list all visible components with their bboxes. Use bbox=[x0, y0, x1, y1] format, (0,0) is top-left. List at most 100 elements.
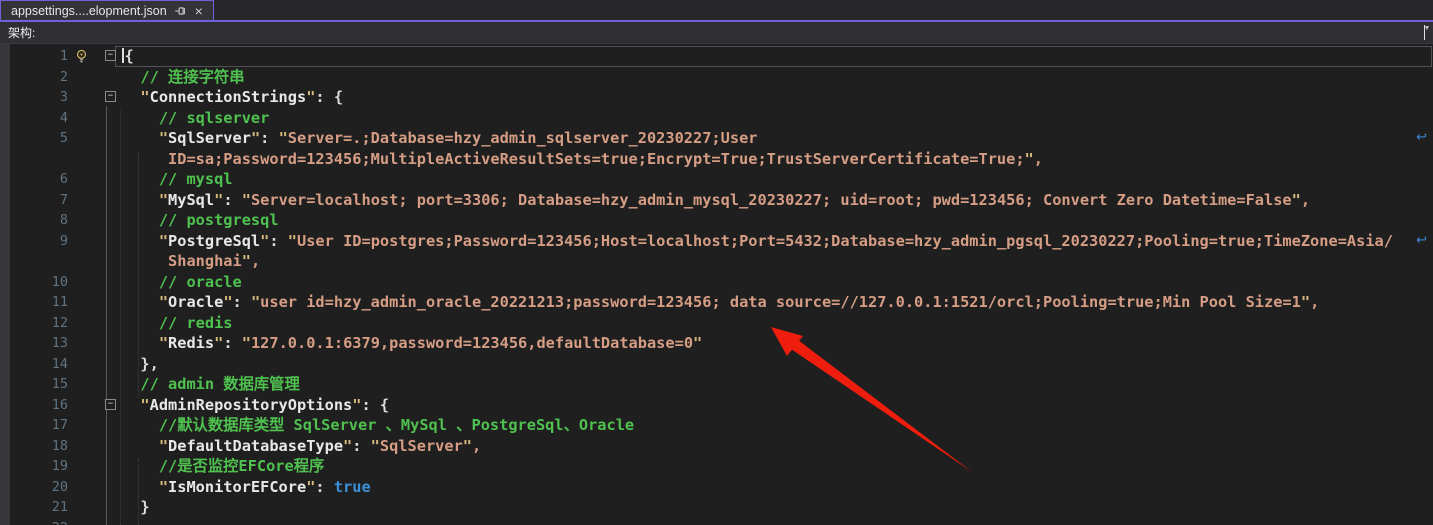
code-line[interactable] bbox=[122, 518, 1433, 525]
line-number: 16 bbox=[10, 395, 72, 416]
code-line[interactable]: // mysql bbox=[122, 169, 1433, 190]
code-token: user id=hzy_admin_oracle_20221213;passwo… bbox=[260, 293, 1301, 311]
code-token: " bbox=[159, 478, 168, 496]
fold-margin bbox=[102, 456, 122, 477]
code-line[interactable]: // sqlserver bbox=[122, 108, 1433, 129]
tab-strip: appsettings....elopment.json × bbox=[0, 0, 1433, 22]
line-number: 4 bbox=[10, 108, 72, 129]
fold-margin: − bbox=[102, 395, 122, 416]
code-line[interactable]: "AdminRepositoryOptions": { bbox=[122, 395, 1433, 416]
tab-appsettings[interactable]: appsettings....elopment.json × bbox=[0, 0, 214, 20]
fold-toggle[interactable]: − bbox=[105, 50, 116, 61]
wrap-indicator-icon: ↩ bbox=[1416, 231, 1427, 252]
code-line[interactable]: // redis bbox=[122, 313, 1433, 334]
bulb-slot bbox=[72, 251, 102, 272]
code-line[interactable]: } bbox=[122, 497, 1433, 518]
code-token: " bbox=[159, 437, 168, 455]
code-line[interactable]: "PostgreSql": "User ID=postgres;Password… bbox=[122, 231, 1433, 252]
code-token: ID=sa;Password=123456;MultipleActiveResu… bbox=[168, 150, 1024, 168]
code-token: , bbox=[251, 252, 260, 270]
line-number: 2 bbox=[10, 67, 72, 88]
close-icon[interactable]: × bbox=[193, 4, 205, 18]
line-number bbox=[10, 149, 72, 170]
code-token: ConnectionStrings bbox=[150, 88, 307, 106]
code-row: 18"DefaultDatabaseType": "SqlServer", bbox=[0, 436, 1433, 457]
code-line[interactable]: "ConnectionStrings": { bbox=[122, 87, 1433, 108]
code-row: 6 // mysql bbox=[0, 169, 1433, 190]
text-caret bbox=[122, 48, 124, 63]
code-line[interactable]: "Oracle": "user id=hzy_admin_oracle_2022… bbox=[122, 292, 1433, 313]
bulb-slot bbox=[72, 374, 102, 395]
code-line[interactable]: // 连接字符串 bbox=[122, 67, 1433, 88]
comment-token: // redis bbox=[159, 314, 233, 332]
code-token: " bbox=[1301, 293, 1310, 311]
fold-toggle[interactable]: − bbox=[105, 91, 116, 102]
editor-window: appsettings....elopment.json × 架构: ▼ 1−{… bbox=[0, 0, 1433, 525]
comment-token: // 连接字符串 bbox=[140, 68, 244, 86]
line-number: 19 bbox=[10, 456, 72, 477]
code-token: : bbox=[260, 129, 278, 147]
schema-bar: 架构: ▼ bbox=[0, 22, 1433, 44]
code-rows: 1−{2// 连接字符串3−"ConnectionStrings": {4// … bbox=[0, 46, 1433, 525]
pin-icon[interactable] bbox=[173, 4, 187, 18]
code-row: 8// postgresql bbox=[0, 210, 1433, 231]
code-token: " bbox=[463, 437, 472, 455]
code-line[interactable]: "Redis": "127.0.0.1:6379,password=123456… bbox=[122, 333, 1433, 354]
code-line[interactable]: "SqlServer": "Server=.;Database=hzy_admi… bbox=[122, 128, 1433, 149]
code-token: " bbox=[1292, 191, 1301, 209]
code-row: 2 // 连接字符串 bbox=[0, 67, 1433, 88]
line-number: 11 bbox=[10, 292, 72, 313]
line-number: 22 bbox=[10, 518, 72, 525]
code-line[interactable]: //默认数据库类型 SqlServer 、MySql 、PostgreSql、O… bbox=[122, 415, 1433, 436]
bulb-slot bbox=[72, 190, 102, 211]
code-row: 16−"AdminRepositoryOptions": { bbox=[0, 395, 1433, 416]
code-token: 127.0.0.1:6379,password=123456,defaultDa… bbox=[251, 334, 693, 352]
code-row: 22 bbox=[0, 518, 1433, 525]
code-line[interactable]: // oracle bbox=[122, 272, 1433, 293]
line-number bbox=[10, 251, 72, 272]
line-number: 13 bbox=[10, 333, 72, 354]
bulb-slot bbox=[72, 436, 102, 457]
fold-margin bbox=[102, 67, 122, 88]
code-line[interactable]: "MySql": "Server=localhost; port=3306; D… bbox=[122, 190, 1433, 211]
code-line[interactable]: }, bbox=[122, 354, 1433, 375]
code-row: 12// redis bbox=[0, 313, 1433, 334]
code-line[interactable]: { bbox=[122, 46, 1433, 67]
code-row: 17//默认数据库类型 SqlServer 、MySql 、PostgreSql… bbox=[0, 415, 1433, 436]
fold-margin bbox=[102, 108, 122, 129]
fold-margin bbox=[102, 149, 122, 170]
code-token: , bbox=[1301, 191, 1310, 209]
code-token: true bbox=[334, 478, 371, 496]
code-line[interactable]: //是否监控EFCore程序 bbox=[122, 456, 1433, 477]
fold-toggle[interactable]: − bbox=[105, 399, 116, 410]
line-number: 7 bbox=[10, 190, 72, 211]
line-number: 9 bbox=[10, 231, 72, 252]
chevron-down-icon: ▼ bbox=[1424, 25, 1426, 40]
code-token: User ID=postgres;Password=123456;Host=lo… bbox=[297, 232, 1393, 250]
code-token: " bbox=[159, 232, 168, 250]
code-token: , bbox=[1310, 293, 1319, 311]
bulb-slot bbox=[72, 497, 102, 518]
code-row: 14}, bbox=[0, 354, 1433, 375]
bulb-slot bbox=[72, 67, 102, 88]
code-token: : { bbox=[361, 396, 389, 414]
bulb-slot bbox=[72, 169, 102, 190]
bulb-slot bbox=[72, 128, 102, 149]
code-token: " bbox=[214, 334, 223, 352]
schema-dropdown[interactable]: ▼ bbox=[45, 22, 1433, 43]
tab-title: appsettings....elopment.json bbox=[11, 4, 167, 18]
code-token: Redis bbox=[168, 334, 214, 352]
code-line[interactable]: ID=sa;Password=123456;MultipleActiveResu… bbox=[122, 149, 1433, 170]
code-line[interactable]: // admin 数据库管理 bbox=[122, 374, 1433, 395]
code-line[interactable]: // postgresql bbox=[122, 210, 1433, 231]
code-line[interactable]: Shanghai", bbox=[122, 251, 1433, 272]
lightbulb-icon[interactable] bbox=[72, 46, 102, 67]
line-number: 6 bbox=[10, 169, 72, 190]
code-token: : bbox=[269, 232, 287, 250]
bulb-slot bbox=[72, 477, 102, 498]
code-line[interactable]: "DefaultDatabaseType": "SqlServer", bbox=[122, 436, 1433, 457]
code-line[interactable]: "IsMonitorEFCore": true bbox=[122, 477, 1433, 498]
code-row: 10// oracle bbox=[0, 272, 1433, 293]
code-token: " bbox=[140, 396, 149, 414]
code-token: Server=.;Database=hzy_admin_sqlserver_20… bbox=[288, 129, 758, 147]
